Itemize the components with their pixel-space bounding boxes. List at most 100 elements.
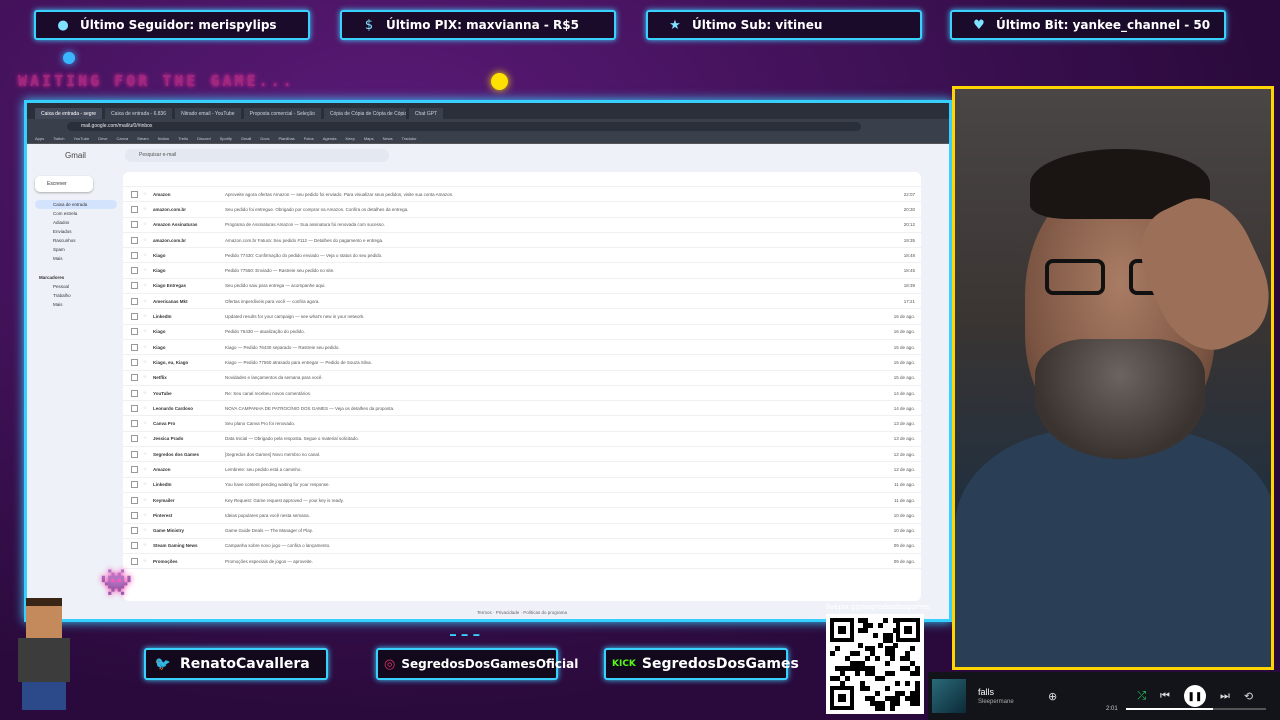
next-icon[interactable]: ⏭: [1220, 689, 1230, 703]
nav-item[interactable]: Caixa de entrada: [35, 200, 117, 209]
bookmark-item[interactable]: Tradutor: [402, 136, 417, 141]
nav-item[interactable]: Rascunhos: [35, 236, 117, 245]
bookmark-item[interactable]: Canva: [117, 136, 129, 141]
row-checkbox[interactable]: [131, 404, 138, 412]
bookmark-item[interactable]: News: [383, 136, 393, 141]
nav-item[interactable]: Adiados: [35, 218, 117, 227]
browser-tab[interactable]: Caixa de entrada - 6.836: [105, 108, 173, 119]
nav-item[interactable]: Spam: [35, 245, 117, 254]
nav-item[interactable]: Marcadores: [35, 273, 117, 282]
email-row[interactable]: ☆ amazon.com.br Amazon.com.br Fatura: Seu …: [123, 233, 921, 249]
bookmark-item[interactable]: Apps: [35, 136, 44, 141]
star-icon[interactable]: ☆: [143, 253, 147, 258]
gmail-logo[interactable]: Gmail: [65, 151, 123, 160]
nav-item[interactable]: Pessoal: [35, 282, 117, 291]
browser-tab[interactable]: Caixa de entrada - segre: [35, 108, 103, 119]
star-icon[interactable]: ☆: [143, 406, 147, 411]
email-row[interactable]: ☆ Americanas Mkt Ofertas imperdíveis para …: [123, 294, 921, 310]
row-checkbox[interactable]: [131, 267, 138, 275]
email-row[interactable]: ☆ Canva Pro Seu plano Canva Pro foi renova…: [123, 416, 921, 432]
row-checkbox[interactable]: [131, 282, 138, 290]
row-checkbox[interactable]: [131, 343, 138, 351]
bookmark-item[interactable]: Spotify: [220, 136, 232, 141]
add-icon[interactable]: ⊕: [1048, 690, 1057, 703]
nav-item[interactable]: Mais: [35, 254, 117, 263]
email-row[interactable]: ☆ Segredos dos Games [Segredos dos Games] …: [123, 447, 921, 463]
email-row[interactable]: ☆ Leonardo Cardoso NOVA CAMPANHA DE PATROC…: [123, 401, 921, 417]
star-icon[interactable]: ☆: [143, 482, 147, 487]
bookmark-item[interactable]: Steam: [137, 136, 149, 141]
row-checkbox[interactable]: [131, 527, 138, 535]
nav-item[interactable]: Com estrela: [35, 209, 117, 218]
social-twitter[interactable]: 🐦 RenatoCavallera: [144, 648, 328, 680]
row-checkbox[interactable]: [131, 374, 138, 382]
bookmark-item[interactable]: Maps: [364, 136, 374, 141]
star-icon[interactable]: ☆: [143, 268, 147, 273]
star-icon[interactable]: ☆: [143, 391, 147, 396]
row-checkbox[interactable]: [131, 313, 138, 321]
previous-icon[interactable]: ⏮: [1160, 689, 1170, 703]
star-icon[interactable]: ☆: [143, 543, 147, 548]
social-instagram[interactable]: ◎ SegredosDosGamesOficial: [376, 648, 578, 680]
email-row[interactable]: ☆ Kiago Pedido 76430 — atualização do pedi…: [123, 325, 921, 340]
bookmark-item[interactable]: Keep: [346, 136, 355, 141]
bookmark-item[interactable]: Docs: [260, 136, 269, 141]
star-icon[interactable]: ☆: [143, 360, 147, 365]
row-checkbox[interactable]: [131, 389, 138, 397]
bookmark-item[interactable]: Notion: [158, 136, 170, 141]
star-icon[interactable]: ☆: [143, 283, 147, 288]
row-checkbox[interactable]: [131, 542, 138, 550]
bookmark-item[interactable]: Discord: [197, 136, 211, 141]
email-row[interactable]: ☆ Jessica Prado Data Inicial — Obrigado pe…: [123, 432, 921, 448]
email-row[interactable]: ☆ Netflix Novidades e lançamentos da seman…: [123, 371, 921, 386]
star-icon[interactable]: ☆: [143, 299, 147, 304]
email-row[interactable]: ☆ Kiago, eu, Kiago Kiago — Pedido 77550 at…: [123, 355, 921, 371]
bookmark-item[interactable]: Drive: [98, 136, 107, 141]
email-row[interactable]: ☆ YouTube Re: Seu canal recebeu novos come…: [123, 386, 921, 402]
row-checkbox[interactable]: [131, 328, 138, 336]
row-checkbox[interactable]: [131, 236, 138, 244]
star-icon[interactable]: ☆: [143, 329, 147, 334]
star-icon[interactable]: ☆: [143, 192, 147, 197]
star-icon[interactable]: ☆: [143, 375, 147, 380]
bookmark-item[interactable]: Agenda: [323, 136, 337, 141]
browser-tab[interactable]: Proposta comercial - Seleção: [243, 108, 321, 119]
row-checkbox[interactable]: [131, 221, 138, 229]
email-row[interactable]: ☆ Kiago Entregas Seu pedido saiu para entr…: [123, 279, 921, 295]
star-icon[interactable]: ☆: [143, 207, 147, 212]
browser-tab[interactable]: Cópia de Cópia de Cópia de Cópia: [323, 108, 406, 119]
bookmark-item[interactable]: Twitch: [53, 136, 64, 141]
shuffle-icon[interactable]: ⤮: [1137, 689, 1146, 703]
search-input[interactable]: Pesquisar e-mail: [125, 148, 389, 162]
star-icon[interactable]: ☆: [143, 467, 147, 472]
bookmark-item[interactable]: YouTube: [73, 136, 89, 141]
nav-item[interactable]: Enviados: [35, 227, 117, 236]
row-checkbox[interactable]: [131, 465, 138, 473]
nav-item[interactable]: Mais: [35, 300, 117, 309]
pause-button[interactable]: ❚❚: [1183, 685, 1206, 707]
repeat-icon[interactable]: ⟲: [1244, 690, 1253, 703]
email-row[interactable]: ☆ Steam Gaming News Campanha sobre novo jo…: [123, 539, 921, 555]
star-icon[interactable]: ☆: [143, 421, 147, 426]
bookmark-item[interactable]: Gmail: [241, 136, 251, 141]
url-input[interactable]: mail.google.com/mail/u/0/#inbox: [67, 121, 861, 131]
star-icon[interactable]: ☆: [143, 559, 147, 564]
progress-bar[interactable]: [1126, 708, 1266, 710]
email-row[interactable]: ☆ Kiago Pedido 77550: Enviado — Rastreie s…: [123, 263, 921, 279]
row-checkbox[interactable]: [131, 557, 138, 565]
row-checkbox[interactable]: [131, 297, 138, 305]
email-row[interactable]: ☆ Promoções Promoções especiais de jogos —…: [123, 554, 921, 570]
email-row[interactable]: ☆ Kiago Kiago — Pedido 76430 separado — Ra…: [123, 340, 921, 356]
row-checkbox[interactable]: [131, 511, 138, 519]
star-icon[interactable]: ☆: [143, 452, 147, 457]
email-row[interactable]: ☆ Amazon Assinaturas Programa de Assinatur…: [123, 218, 921, 233]
email-row[interactable]: ☆ amazon.com.br Seu pedido foi entregue. O…: [123, 202, 921, 218]
row-checkbox[interactable]: [131, 205, 138, 213]
star-icon[interactable]: ☆: [143, 222, 147, 227]
social-kick[interactable]: KICK SegredosDosGames: [604, 648, 799, 680]
compose-button[interactable]: Escrever: [35, 176, 93, 192]
email-row[interactable]: ☆ Pinterest Ideias populares para você nes…: [123, 508, 921, 524]
nav-item[interactable]: Trabalho: [35, 291, 117, 300]
bookmark-item[interactable]: Trello: [178, 136, 188, 141]
row-checkbox[interactable]: [131, 481, 138, 489]
